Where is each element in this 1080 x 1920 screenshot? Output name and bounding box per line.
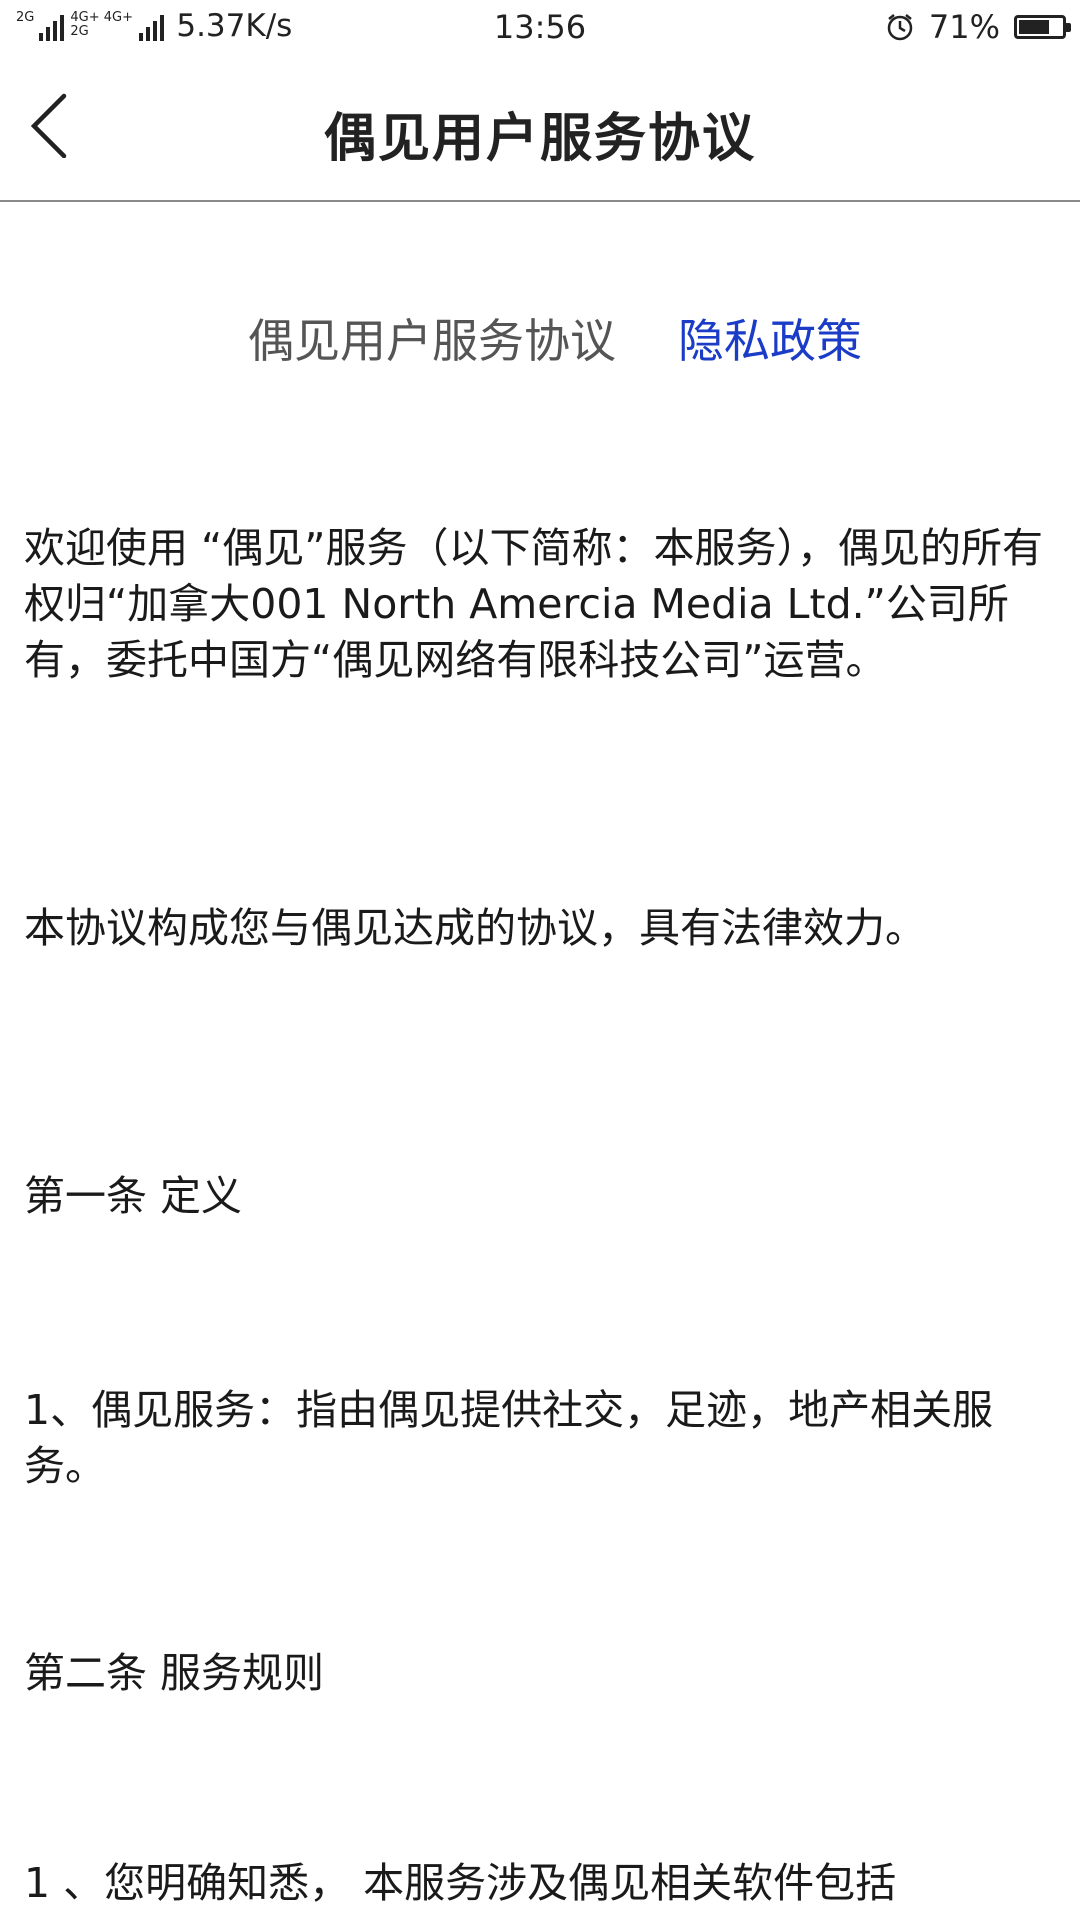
battery-icon [1014, 15, 1071, 39]
status-bar: 2G 4G+ 4G+ 2G 5.37K/s 13:56 71% [0, 0, 1080, 58]
section-heading-definitions: 第一条 定义 [24, 1168, 1054, 1224]
tab-user-agreement[interactable]: 偶见用户服务协议 [248, 305, 616, 371]
nav-bar: 偶见用户服务协议 [0, 58, 1080, 202]
paragraph-text: 1、偶见服务：指由偶见提供社交，足迹，地产相关服务。 [24, 1386, 994, 1490]
section-heading: 第二条 服务规则 [24, 1649, 325, 1697]
page-title: 偶见用户服务协议 [323, 109, 756, 169]
paragraph-text: 1 、您明确知悉， 本服务涉及偶见相关软件包括 [24, 1859, 897, 1907]
battery-fill [1019, 20, 1049, 34]
agreement-paragraph-validity: 本协议构成您与偶见达成的协议，具有法律效力。 [24, 900, 1054, 956]
definition-item-1: 1、偶见服务：指由偶见提供社交，足迹，地产相关服务。 [24, 1382, 1054, 1494]
paragraph-text: 欢迎使用 “偶见”服务（以下简称：本服务），偶见的所有权归“加拿大001 Nor… [24, 524, 1044, 684]
paragraph-text: 本协议构成您与偶见达成的协议，具有法律效力。 [24, 904, 926, 952]
alarm-icon [887, 14, 913, 41]
tab-privacy-policy[interactable]: 隐私政策 [678, 305, 862, 371]
battery-percent: 71% [928, 8, 1000, 46]
tab-bar: 偶见用户服务协议 隐私政策 [0, 305, 1080, 371]
status-right: 71% [885, 8, 1071, 46]
agreement-paragraph-intro: 欢迎使用 “偶见”服务（以下简称：本服务），偶见的所有权归“加拿大001 Nor… [24, 520, 1054, 688]
section-heading: 第一条 定义 [24, 1172, 243, 1220]
rule-item-1: 1 、您明确知悉， 本服务涉及偶见相关软件包括 [24, 1855, 1054, 1911]
section-heading-rules: 第二条 服务规则 [24, 1645, 1054, 1701]
